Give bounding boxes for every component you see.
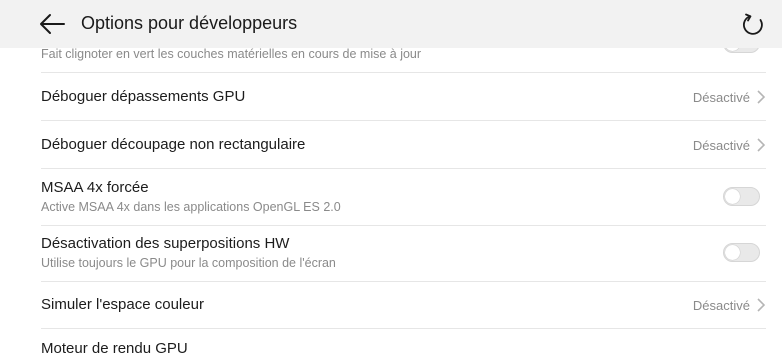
toggle-knob [725, 245, 740, 260]
debug-gpu-overdraw-value: Désactivé [692, 90, 750, 105]
list-item-debug-gpu-overdraw[interactable]: Déboguer dépassements GPU Désactivé [0, 73, 782, 120]
chevron-right-icon [757, 90, 766, 104]
simulate-color-space-value: Désactivé [692, 298, 750, 313]
debug-non-rect-clip-title: Déboguer découpage non rectangulaire [41, 136, 306, 153]
chevron-right-icon [757, 138, 766, 152]
page-title: Options pour développeurs [81, 13, 298, 33]
list-item-disable-hw-overlays[interactable]: Désactivation des superpositions HW Util… [0, 226, 782, 281]
force-msaa-toggle[interactable] [723, 187, 760, 206]
gpu-renderer-title: Moteur de rendu GPU [41, 340, 188, 357]
force-msaa-title: MSAA 4x forcée [41, 179, 149, 196]
list-item-gpu-renderer[interactable]: Moteur de rendu GPU [0, 329, 782, 361]
debug-non-rect-clip-value: Désactivé [692, 138, 750, 153]
disable-hw-overlays-toggle[interactable] [723, 243, 760, 262]
disable-hw-overlays-subtitle: Utilise toujours le GPU pour la composit… [41, 256, 336, 270]
list-item-simulate-color-space[interactable]: Simuler l'espace couleur Désactivé [0, 282, 782, 328]
debug-gpu-overdraw-title: Déboguer dépassements GPU [41, 88, 246, 105]
app-header: Options pour développeurs [0, 0, 782, 48]
arrow-left-icon[interactable] [38, 12, 66, 36]
simulate-color-space-title: Simuler l'espace couleur [41, 296, 204, 313]
list-item-force-msaa[interactable]: MSAA 4x forcée Active MSAA 4x dans les a… [0, 169, 782, 225]
toggle-knob [725, 189, 740, 204]
disable-hw-overlays-title: Désactivation des superpositions HW [41, 235, 290, 252]
list-item-debug-non-rect-clip[interactable]: Déboguer découpage non rectangulaire Dés… [0, 121, 782, 168]
force-msaa-subtitle: Active MSAA 4x dans les applications Ope… [41, 200, 341, 214]
refresh-icon[interactable] [740, 12, 766, 38]
chevron-right-icon [757, 298, 766, 312]
settings-list: Fait clignoter en vert les couches matér… [0, 0, 782, 361]
gpu-view-updates-subtitle: Fait clignoter en vert les couches matér… [41, 47, 422, 61]
